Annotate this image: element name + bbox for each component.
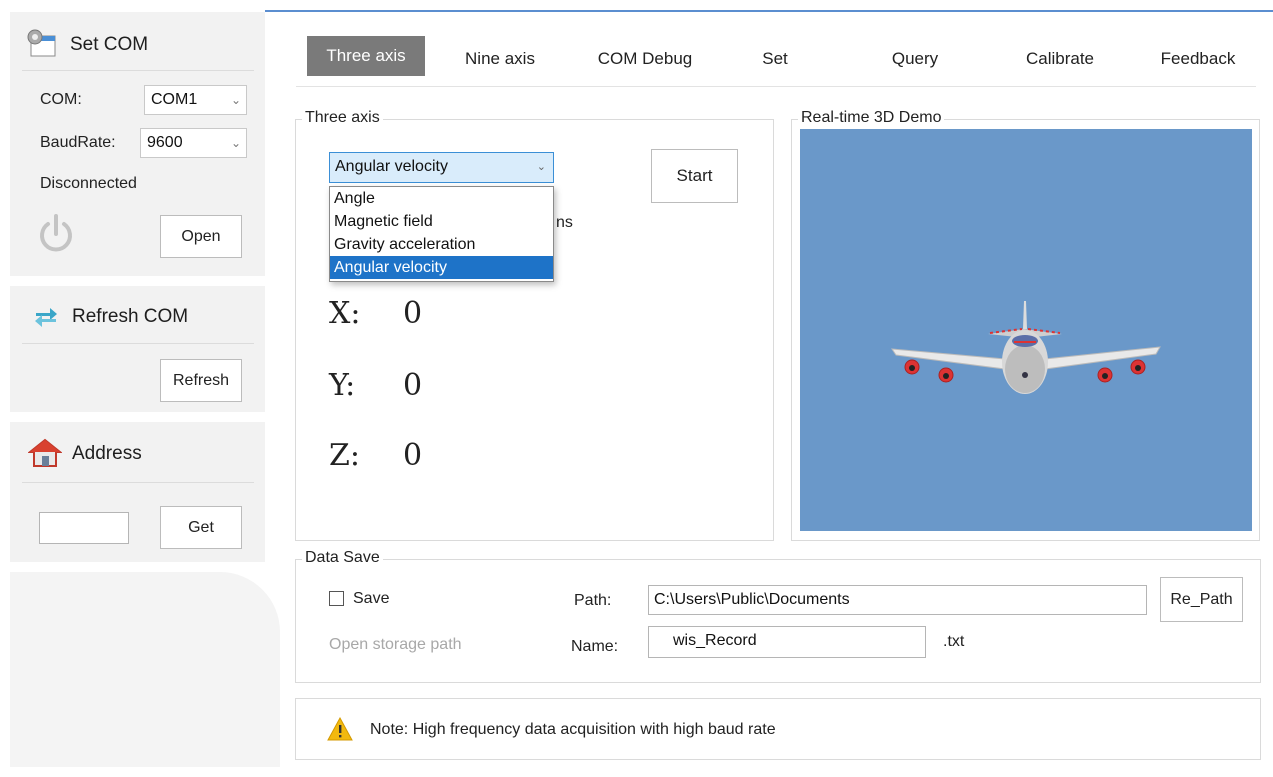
chevron-down-icon: ⌄ <box>230 136 241 150</box>
address-panel: Address Get <box>10 422 265 562</box>
divider <box>22 70 254 71</box>
dropdown-option-gravity-acceleration[interactable]: Gravity acceleration <box>330 233 553 256</box>
airplane-model <box>891 301 1161 394</box>
mode-dropdown-list: Angle Magnetic field Gravity acceleratio… <box>329 186 554 282</box>
tab-query[interactable]: Query <box>875 49 955 69</box>
data-save-group: Data Save <box>295 549 1261 683</box>
address-title: Address <box>72 443 142 464</box>
tab-feedback[interactable]: Feedback <box>1150 49 1246 69</box>
tab-divider <box>296 86 1256 87</box>
address-input[interactable] <box>39 512 129 544</box>
hidden-option-text: ns <box>556 214 573 231</box>
name-input[interactable]: wis_Record <box>648 626 926 658</box>
baudrate-label: BaudRate: <box>40 134 116 151</box>
note-text: Note: High frequency data acquisition wi… <box>370 721 776 738</box>
connection-status: Disconnected <box>40 175 137 192</box>
warning-icon <box>327 716 353 741</box>
tab-set[interactable]: Set <box>740 49 810 69</box>
data-save-group-title: Data Save <box>302 549 383 567</box>
demo-group-title: Real-time 3D Demo <box>798 109 945 127</box>
top-border <box>265 10 1273 12</box>
refresh-com-panel: Refresh COM Refresh <box>10 286 265 412</box>
refresh-arrows-icon <box>32 302 60 330</box>
re-path-button[interactable]: Re_Path <box>1160 577 1243 622</box>
name-label: Name: <box>571 638 619 655</box>
save-checkbox[interactable] <box>329 591 344 606</box>
tab-calibrate[interactable]: Calibrate <box>1010 49 1110 69</box>
save-label[interactable]: Save <box>353 590 389 608</box>
file-extension: .txt <box>943 633 965 650</box>
open-button[interactable]: Open <box>160 215 242 258</box>
divider <box>22 343 254 344</box>
path-input[interactable]: C:\Users\Public\Documents <box>648 585 1147 615</box>
refresh-com-title: Refresh COM <box>72 306 189 327</box>
start-button[interactable]: Start <box>651 149 738 203</box>
sidebar-filler <box>10 572 280 767</box>
dropdown-option-magnetic-field[interactable]: Magnetic field <box>330 210 553 233</box>
get-button[interactable]: Get <box>160 506 242 549</box>
dropdown-option-angle[interactable]: Angle <box>330 187 553 210</box>
x-axis-label: X: <box>329 296 361 331</box>
baudrate-select[interactable]: 9600 ⌄ <box>140 128 247 158</box>
settings-window-icon <box>25 28 57 58</box>
set-com-panel: Set COM COM: COM1 ⌄ BaudRate: 9600 ⌄ Dis… <box>10 12 265 276</box>
z-axis-value: 0 <box>403 438 423 473</box>
three-axis-group-title: Three axis <box>302 109 383 127</box>
chevron-down-icon: ⌄ <box>536 161 546 173</box>
com-select[interactable]: COM1 ⌄ <box>144 85 247 115</box>
refresh-button[interactable]: Refresh <box>160 359 242 402</box>
y-axis-label: Y: <box>329 368 356 403</box>
house-icon <box>27 438 63 468</box>
path-label: Path: <box>574 592 612 609</box>
z-axis-label: Z: <box>329 438 360 473</box>
3d-viewport[interactable] <box>800 129 1252 531</box>
y-axis-value: 0 <box>403 368 423 403</box>
tab-com-debug[interactable]: COM Debug <box>580 49 710 69</box>
open-storage-path-link[interactable]: Open storage path <box>329 636 462 654</box>
set-com-title: Set COM <box>70 34 149 55</box>
divider <box>22 482 254 483</box>
com-label: COM: <box>40 91 82 108</box>
tab-nine-axis[interactable]: Nine axis <box>450 49 550 69</box>
tab-three-axis[interactable]: Three axis <box>307 36 425 76</box>
mode-select[interactable]: Angular velocity ⌄ <box>329 152 554 183</box>
power-icon[interactable] <box>36 212 76 256</box>
dropdown-option-angular-velocity[interactable]: Angular velocity <box>330 256 553 279</box>
x-axis-value: 0 <box>403 296 423 331</box>
chevron-down-icon: ⌄ <box>230 93 241 107</box>
